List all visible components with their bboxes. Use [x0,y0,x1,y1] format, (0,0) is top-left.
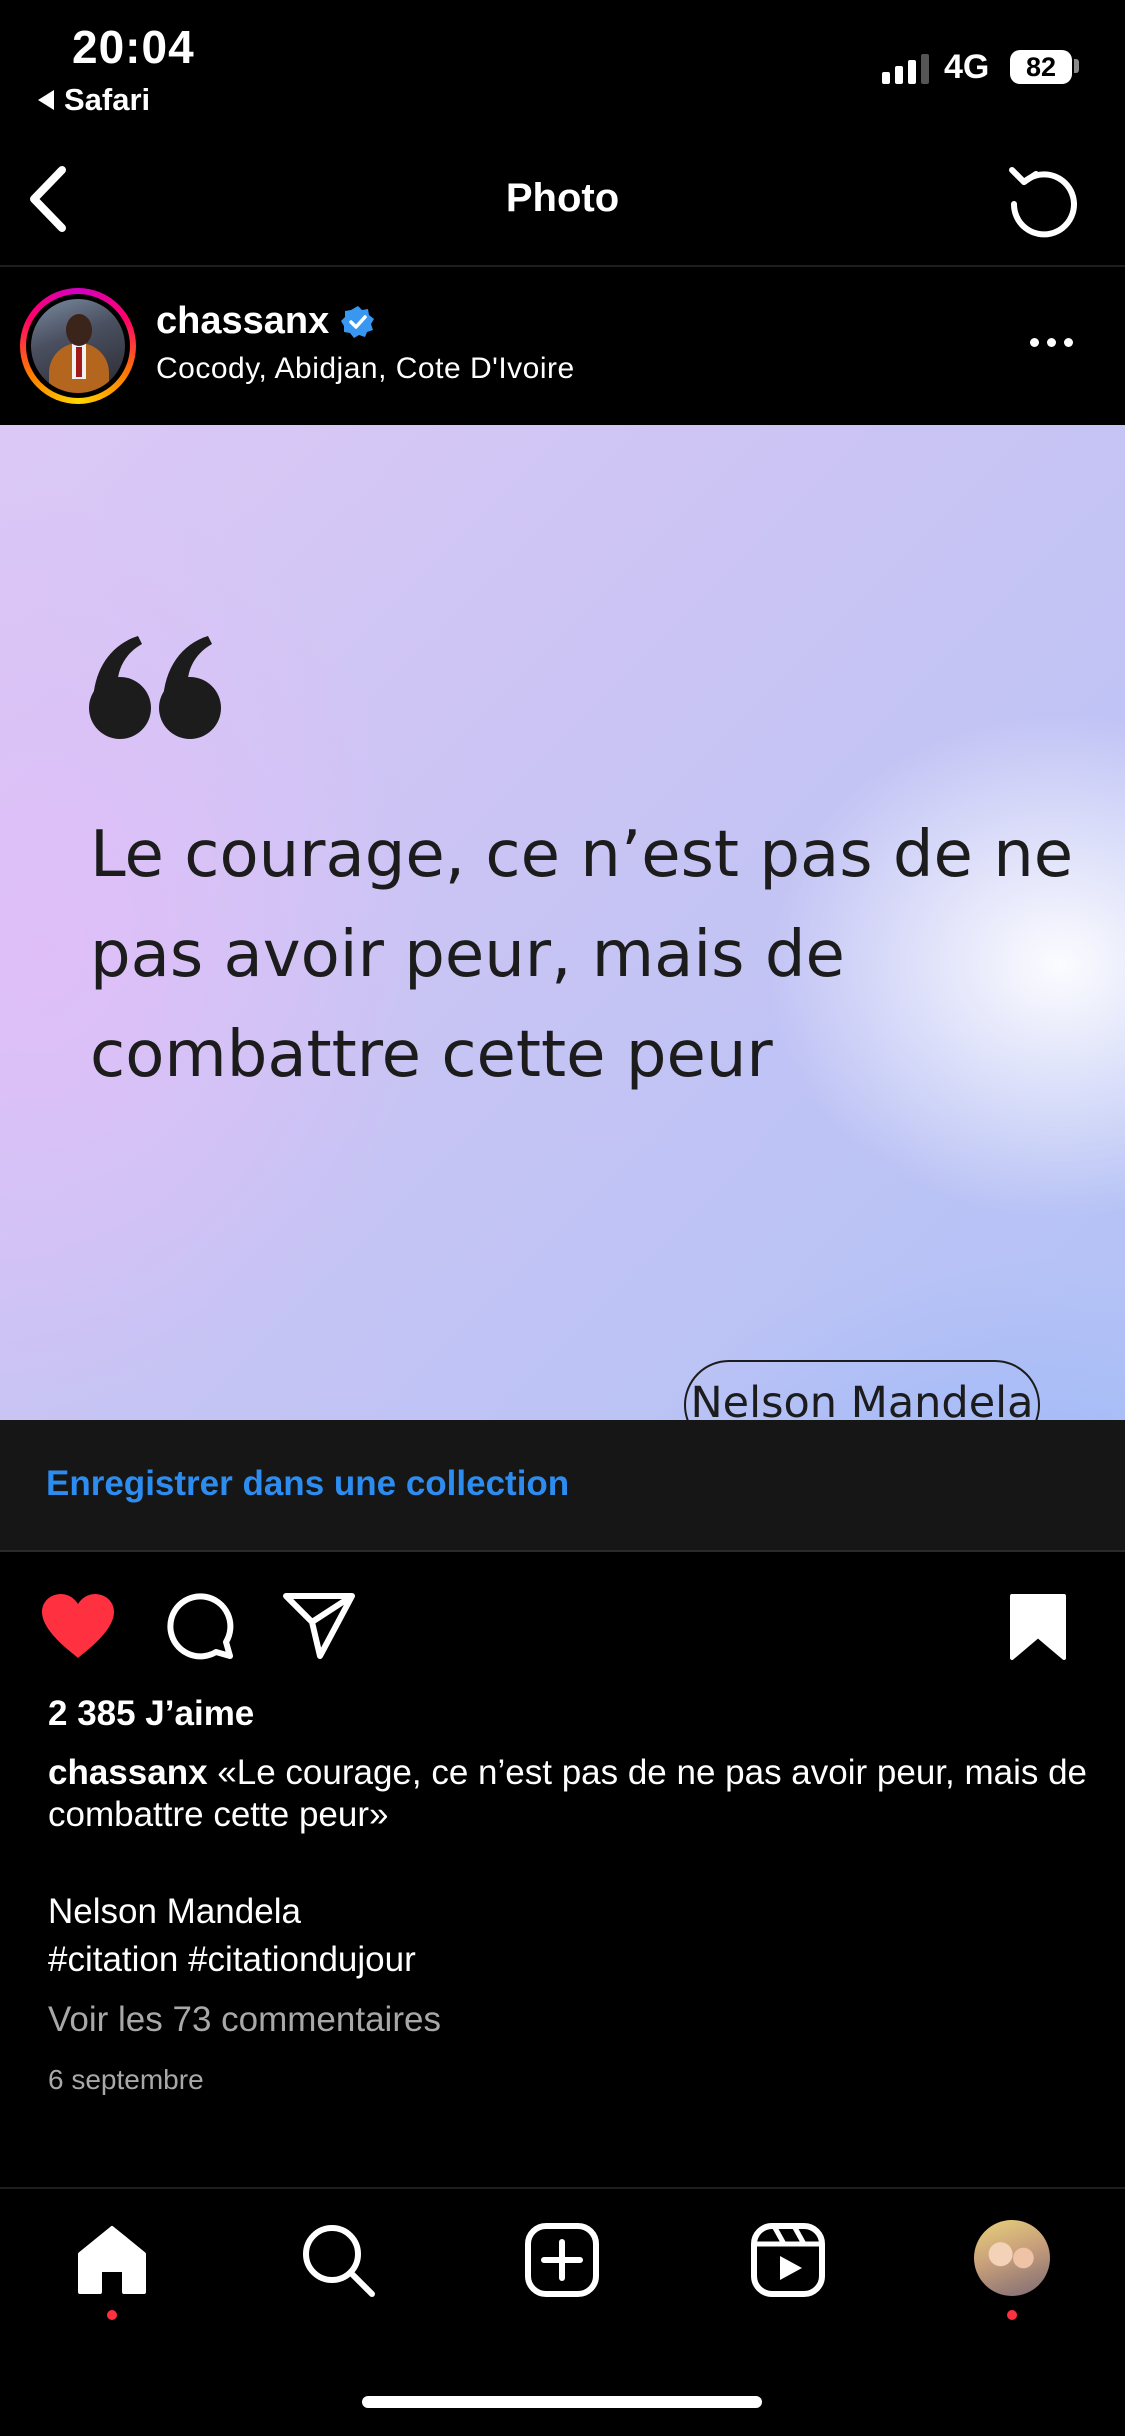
home-icon[interactable] [72,2220,152,2300]
comment-icon[interactable] [164,1590,236,1662]
battery-icon: 82 [1010,50,1072,84]
save-to-collection-link[interactable]: Enregistrer dans une collection [46,1464,569,1504]
refresh-icon[interactable] [1002,160,1082,240]
more-options-icon[interactable] [1030,338,1073,347]
caption-author: Nelson Mandela [48,1892,301,1931]
like-heart-icon[interactable] [40,1592,116,1660]
profile-avatar[interactable] [974,2220,1050,2296]
battery-cap [1074,59,1079,73]
bookmark-saved-icon[interactable] [1008,1592,1068,1662]
post-image[interactable]: Le courage, ce n’est pas de ne pas avoir… [0,425,1125,1420]
back-to-app-link[interactable]: Safari [38,82,150,118]
nav-divider [0,265,1125,267]
network-type: 4G [944,48,990,86]
page-title: Photo [505,176,620,220]
verified-badge-icon [341,305,375,338]
caption-hashtags[interactable]: #citation #citationdujour [48,1940,416,1980]
create-post-icon[interactable] [522,2220,602,2300]
status-time: 20:04 [72,21,195,73]
search-icon[interactable] [298,2220,378,2300]
post-location[interactable]: Cocody, Abidjan, Cote D'Ivoire [156,352,575,386]
tab-bar-divider [0,2187,1125,2189]
reels-icon[interactable] [748,2220,828,2300]
quote-author-badge: Nelson Mandela [684,1360,1040,1420]
signal-icon [882,54,929,84]
home-notification-dot [107,2310,117,2320]
likes-count[interactable]: 2 385 J’aime [48,1694,254,1734]
post-caption: chassanx «Le courage, ce n’est pas de ne… [48,1752,1088,1836]
post-date: 6 septembre [48,2064,204,2095]
home-indicator[interactable] [362,2396,762,2408]
back-triangle-icon [38,90,54,110]
post-username[interactable]: chassanx [156,300,375,343]
quote-mark-icon [89,636,221,739]
username-text: chassanx [156,300,330,342]
view-comments-link[interactable]: Voir les 73 commentaires [48,2000,441,2040]
caption-username[interactable]: chassanx [48,1753,208,1792]
back-app-label: Safari [64,82,151,117]
author-avatar[interactable] [20,288,136,404]
avatar-photo [31,299,125,393]
share-send-icon[interactable] [282,1590,356,1660]
profile-notification-dot [1007,2310,1017,2320]
quote-text: Le courage, ce n’est pas de ne pas avoir… [90,818,1074,1092]
